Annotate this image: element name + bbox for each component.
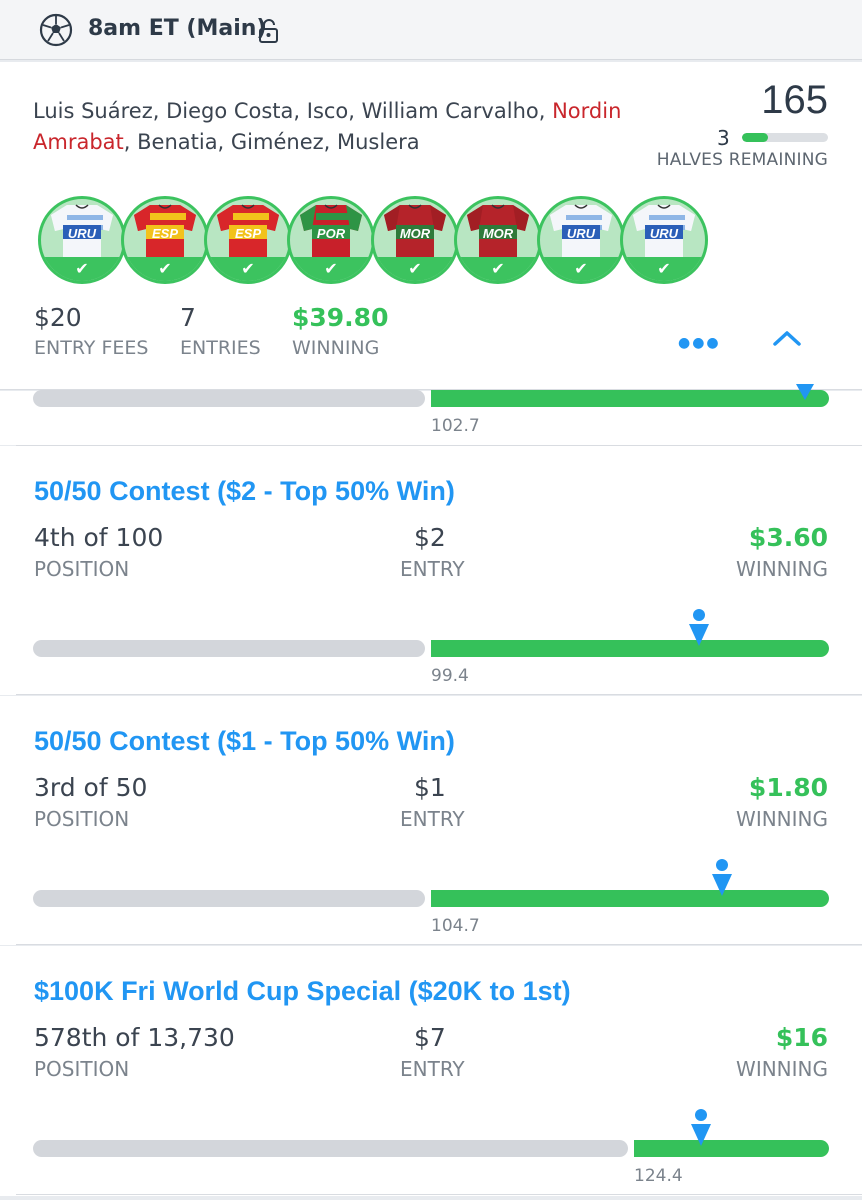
checkmark-icon: ✔ <box>207 257 289 281</box>
contest-card[interactable]: $100K Fri World Cup Special ($20K to 1st… <box>0 946 862 1196</box>
jersey-country-code: URU <box>649 226 679 241</box>
score-cutoff-value: 99.4 <box>431 666 469 686</box>
entry-fees-label: ENTRY FEES <box>34 337 149 359</box>
contest-card[interactable]: 50/50 Contest ($1 - Top 50% Win) 3rd of 5… <box>0 696 862 945</box>
checkmark-icon: ✔ <box>290 257 372 281</box>
player-jersey[interactable]: POR ✔ <box>287 196 375 284</box>
score-bar-track <box>33 390 425 407</box>
entry-value: $7 <box>414 1023 446 1052</box>
position-label: POSITION <box>34 1057 130 1081</box>
entry-fees-value: $20 <box>34 303 82 332</box>
halves-remaining-label: HALVES REMAINING <box>656 150 828 170</box>
halves-progress-bar <box>742 133 828 142</box>
lineup-winning-label: WINNING <box>292 337 380 359</box>
user-position-pin-icon <box>796 384 814 400</box>
position-label: POSITION <box>34 807 130 831</box>
player-jersey[interactable]: URU ✔ <box>38 196 126 284</box>
jersey-country-code: POR <box>316 226 346 241</box>
contest-title[interactable]: 50/50 Contest ($1 - Top 50% Win) <box>34 726 455 757</box>
chevron-up-icon[interactable] <box>772 328 802 348</box>
unlocked-padlock-icon <box>259 19 278 43</box>
score-cutoff-value: 102.7 <box>431 416 480 436</box>
contest-title[interactable]: $100K Fri World Cup Special ($20K to 1st… <box>34 976 571 1007</box>
score-bar-track <box>33 1140 628 1157</box>
position-value: 3rd of 50 <box>34 773 148 802</box>
score-bar-track <box>33 640 425 657</box>
entry-value: $1 <box>414 773 446 802</box>
player-jersey[interactable]: ESP ✔ <box>204 196 292 284</box>
entry-value: $2 <box>414 523 446 552</box>
entries-label: ENTRIES <box>180 337 261 359</box>
soccer-ball-icon <box>39 13 73 47</box>
contest-winning-value: $16 <box>775 1023 828 1052</box>
player-jersey[interactable]: ESP ✔ <box>121 196 209 284</box>
user-position-pin-icon <box>712 859 732 896</box>
score-cutoff-value: 124.4 <box>634 1166 683 1186</box>
entries-value: 7 <box>180 303 196 332</box>
score-bar-track <box>33 890 425 907</box>
entry-label: ENTRY <box>400 807 465 831</box>
lineup-points: 165 <box>761 78 828 122</box>
checkmark-icon: ✔ <box>457 257 539 281</box>
jersey-country-code: ESP <box>151 226 178 241</box>
halves-progress-fill <box>742 133 768 142</box>
jersey-country-code: URU <box>566 226 596 241</box>
winning-zone-bar <box>431 390 829 407</box>
jersey-country-code: URU <box>67 226 97 241</box>
contest-slate-header[interactable]: 8am ET (Main) <box>0 0 862 60</box>
jersey-country-code: ESP <box>234 226 261 241</box>
entry-label: ENTRY <box>400 557 465 581</box>
slate-title: 8am ET (Main) <box>88 16 267 41</box>
contest-winning-label: WINNING <box>736 557 828 581</box>
contest-title[interactable]: 50/50 Contest ($2 - Top 50% Win) <box>34 476 455 507</box>
position-label: POSITION <box>34 557 130 581</box>
halves-remaining-count: 3 <box>717 126 730 150</box>
player-jersey[interactable]: MOR ✔ <box>371 196 459 284</box>
divider <box>16 944 862 945</box>
contest-winning-label: WINNING <box>736 807 828 831</box>
more-dots-icon[interactable]: ●●● <box>678 335 721 351</box>
lineup-players: Luis Suárez, Diego Costa, Isco, William … <box>33 99 622 154</box>
checkmark-icon: ✔ <box>41 257 123 281</box>
contest-winning-value: $1.80 <box>748 773 828 802</box>
player-jersey[interactable]: MOR ✔ <box>454 196 542 284</box>
winning-zone-bar <box>431 640 829 657</box>
jersey-country-code: MOR <box>482 226 514 241</box>
position-value: 578th of 13,730 <box>34 1023 235 1052</box>
contest-winning-value: $3.60 <box>748 523 828 552</box>
checkmark-icon: ✔ <box>374 257 456 281</box>
lineup-winning-value: $39.80 <box>292 303 389 332</box>
jersey-country-code: MOR <box>399 226 431 241</box>
checkmark-icon: ✔ <box>540 257 622 281</box>
contest-winning-label: WINNING <box>736 1057 828 1081</box>
winning-zone-bar <box>634 1140 829 1157</box>
user-position-pin-icon <box>689 609 709 646</box>
user-position-pin-icon <box>691 1109 711 1146</box>
player-jersey[interactable]: URU ✔ <box>620 196 708 284</box>
divider <box>16 1194 862 1195</box>
winning-zone-bar <box>431 890 829 907</box>
checkmark-icon: ✔ <box>623 257 705 281</box>
position-value: 4th of 100 <box>34 523 164 552</box>
checkmark-icon: ✔ <box>124 257 206 281</box>
score-cutoff-value: 104.7 <box>431 916 480 936</box>
entry-label: ENTRY <box>400 1057 465 1081</box>
divider <box>16 694 862 695</box>
contest-card[interactable]: 50/50 Contest ($2 - Top 50% Win) 4th of 1… <box>0 446 862 695</box>
player-jersey[interactable]: URU ✔ <box>537 196 625 284</box>
